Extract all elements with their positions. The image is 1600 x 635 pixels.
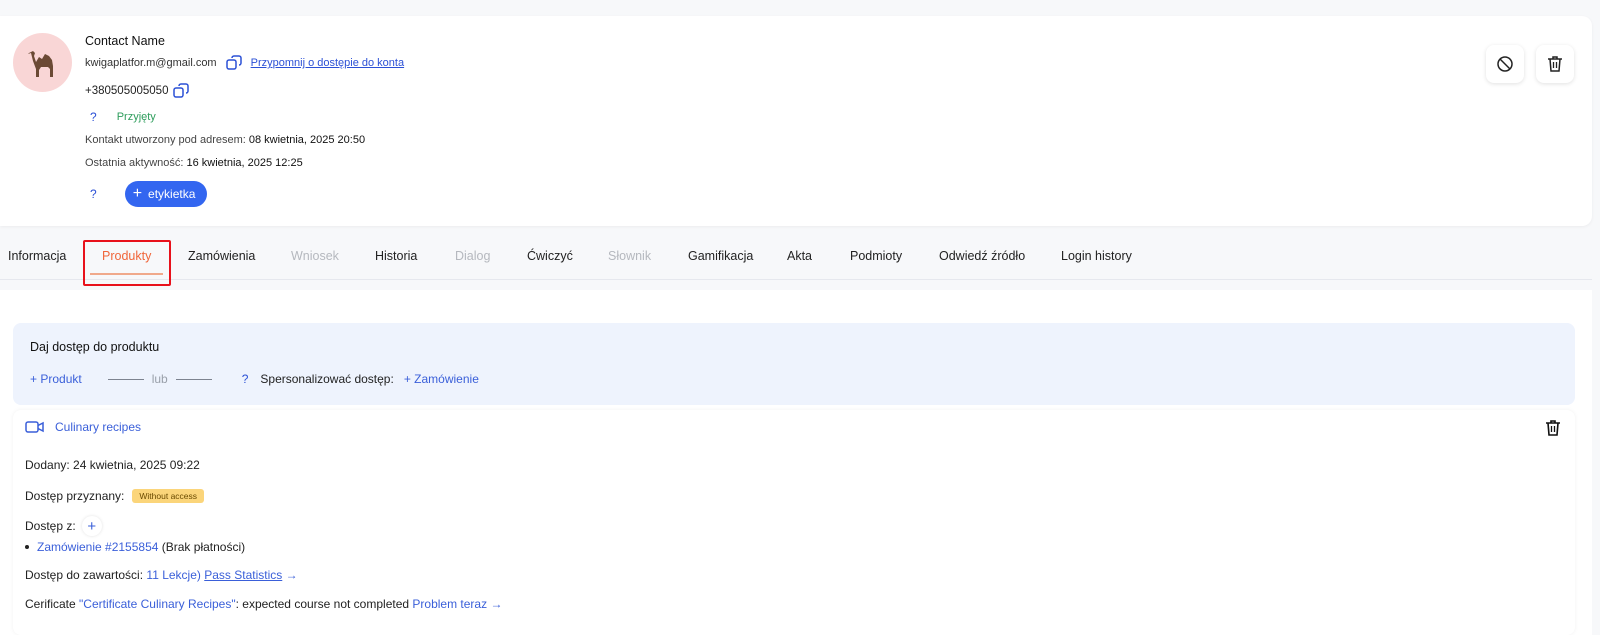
phone-row: +380505005050 xyxy=(85,82,190,100)
access-status-badge: Without access xyxy=(132,489,205,503)
content-access-line: Dostęp do zawartości: 11 Lekcje) Pass St… xyxy=(25,568,298,582)
help-icon[interactable]: ? xyxy=(90,110,97,124)
activity-line: Ostatnia aktywność: 16 kwietnia, 2025 12… xyxy=(85,157,303,169)
tab-gamifikacja[interactable]: Gamifikacja xyxy=(688,240,753,280)
tab-akta[interactable]: Akta xyxy=(787,240,812,280)
tab-dialog[interactable]: Dialog xyxy=(455,240,490,280)
personalize-label: Spersonalizować dostęp: xyxy=(260,372,394,386)
tab-produkty[interactable]: Produkty xyxy=(89,240,164,280)
grant-access-box: Daj dostęp do produktu + Produkt lub ? S… xyxy=(13,323,1575,405)
separator-line xyxy=(107,378,144,380)
created-label: Kontakt utworzony pod adresem: xyxy=(85,134,246,146)
block-icon xyxy=(1497,56,1513,72)
order-list-item: Zamówienie #2155854 (Brak płatności) xyxy=(25,540,245,554)
help-icon[interactable]: ? xyxy=(90,187,97,201)
add-tag-button[interactable]: + etykietka xyxy=(124,181,208,207)
reminder-link[interactable]: Przypomnij o dostępie do konta xyxy=(251,57,404,69)
add-order-link[interactable]: + Zamówienie xyxy=(404,372,479,386)
tab-bar: Informacja Produkty Zamówienia Wniosek H… xyxy=(0,240,1592,280)
or-label: lub xyxy=(151,372,168,386)
copy-icon[interactable] xyxy=(172,82,190,100)
camel-icon xyxy=(27,50,53,77)
help-icon[interactable]: ? xyxy=(242,372,249,386)
lessons-link[interactable]: 11 Lekcje) xyxy=(146,568,200,582)
tab-historia[interactable]: Historia xyxy=(375,240,417,280)
created-value: 08 kwietnia, 2025 20:50 xyxy=(248,134,366,146)
activity-value: 16 kwietnia, 2025 12:25 xyxy=(186,157,303,169)
added-value: 24 kwietnia, 2025 09:22 xyxy=(73,458,200,472)
tab-cwiczyc[interactable]: Ćwiczyć xyxy=(527,240,573,280)
granted-line: Dostęp przyznany: Without access xyxy=(25,489,205,503)
products-panel: Daj dostęp do produktu + Produkt lub ? S… xyxy=(0,290,1592,635)
delete-contact-button[interactable] xyxy=(1536,45,1574,83)
grant-access-title: Daj dostęp do produktu xyxy=(30,340,160,354)
bullet xyxy=(25,545,29,549)
cert-status-text: : expected course not completed xyxy=(235,597,410,611)
tab-odwiedz-zrodlo[interactable]: Odwiedź źródło xyxy=(939,240,1025,280)
add-access-source-button[interactable]: + xyxy=(81,516,102,536)
activity-label: Ostatnia aktywność: xyxy=(85,157,184,169)
access-from-label: Dostęp z: xyxy=(25,519,76,533)
certificate-line: Cerificate "Certificate Culinary Recipes… xyxy=(25,597,502,611)
trash-icon xyxy=(1548,56,1562,72)
access-from-line: Dostęp z: + xyxy=(25,516,102,536)
problem-link[interactable]: Problem teraz xyxy=(412,597,487,611)
certificate-link[interactable]: "Certificate Culinary Recipes" xyxy=(79,597,236,611)
order-link[interactable]: Zamówienie #2155854 xyxy=(37,540,158,554)
status-label: Przyjęty xyxy=(116,111,156,123)
trash-icon[interactable] xyxy=(1545,419,1561,437)
phone-value: +380505005050 xyxy=(85,85,169,97)
created-line: Kontakt utworzony pod adresem: 08 kwietn… xyxy=(85,134,365,146)
pass-statistics-link[interactable]: Pass Statistics xyxy=(204,568,282,582)
video-camera-icon xyxy=(25,421,44,433)
plus-icon: + xyxy=(132,185,143,202)
added-label: Dodany: xyxy=(25,458,70,472)
added-line: Dodany: 24 kwietnia, 2025 09:22 xyxy=(25,458,200,472)
email-row: kwigaplatfor.m@gmail.com Przypomnij o do… xyxy=(85,54,404,72)
add-product-link[interactable]: + Produkt xyxy=(30,372,82,386)
content-label: Dostęp do zawartości: xyxy=(25,568,144,582)
email-value: kwigaplatfor.m@gmail.com xyxy=(85,57,217,69)
contact-card: Contact Name kwigaplatfor.m@gmail.com Pr… xyxy=(0,16,1592,226)
status-row: ? Przyjęty xyxy=(90,110,156,124)
tag-row: ? + etykietka xyxy=(90,181,208,207)
contact-name: Contact Name xyxy=(85,34,165,48)
add-tag-label: etykietka xyxy=(148,187,196,201)
product-header: Culinary recipes xyxy=(25,420,141,434)
separator-line xyxy=(175,378,212,380)
order-note: (Brak płatności) xyxy=(161,540,246,554)
block-button[interactable] xyxy=(1486,45,1524,83)
tab-podmioty[interactable]: Podmioty xyxy=(850,240,902,280)
tab-login-history[interactable]: Login history xyxy=(1061,240,1132,280)
cert-prefix: Cerificate xyxy=(25,597,76,611)
or-separator: lub xyxy=(107,372,212,386)
avatar xyxy=(13,33,72,92)
tab-informacja[interactable]: Informacja xyxy=(8,240,66,280)
granted-label: Dostęp przyznany: xyxy=(25,489,125,503)
grant-access-row: + Produkt lub ? Spersonalizować dostęp: … xyxy=(30,372,479,386)
product-card: Culinary recipes Dodany: 24 kwietnia, 20… xyxy=(13,410,1575,635)
product-name-link[interactable]: Culinary recipes xyxy=(55,420,141,434)
tab-slownik[interactable]: Słownik xyxy=(608,240,651,280)
tab-zamowienia[interactable]: Zamówienia xyxy=(188,240,255,280)
arrow-right-icon[interactable]: → xyxy=(286,568,298,582)
copy-icon[interactable] xyxy=(225,54,243,72)
tab-wniosek[interactable]: Wniosek xyxy=(291,240,339,280)
arrow-right-icon[interactable]: → xyxy=(490,597,502,611)
